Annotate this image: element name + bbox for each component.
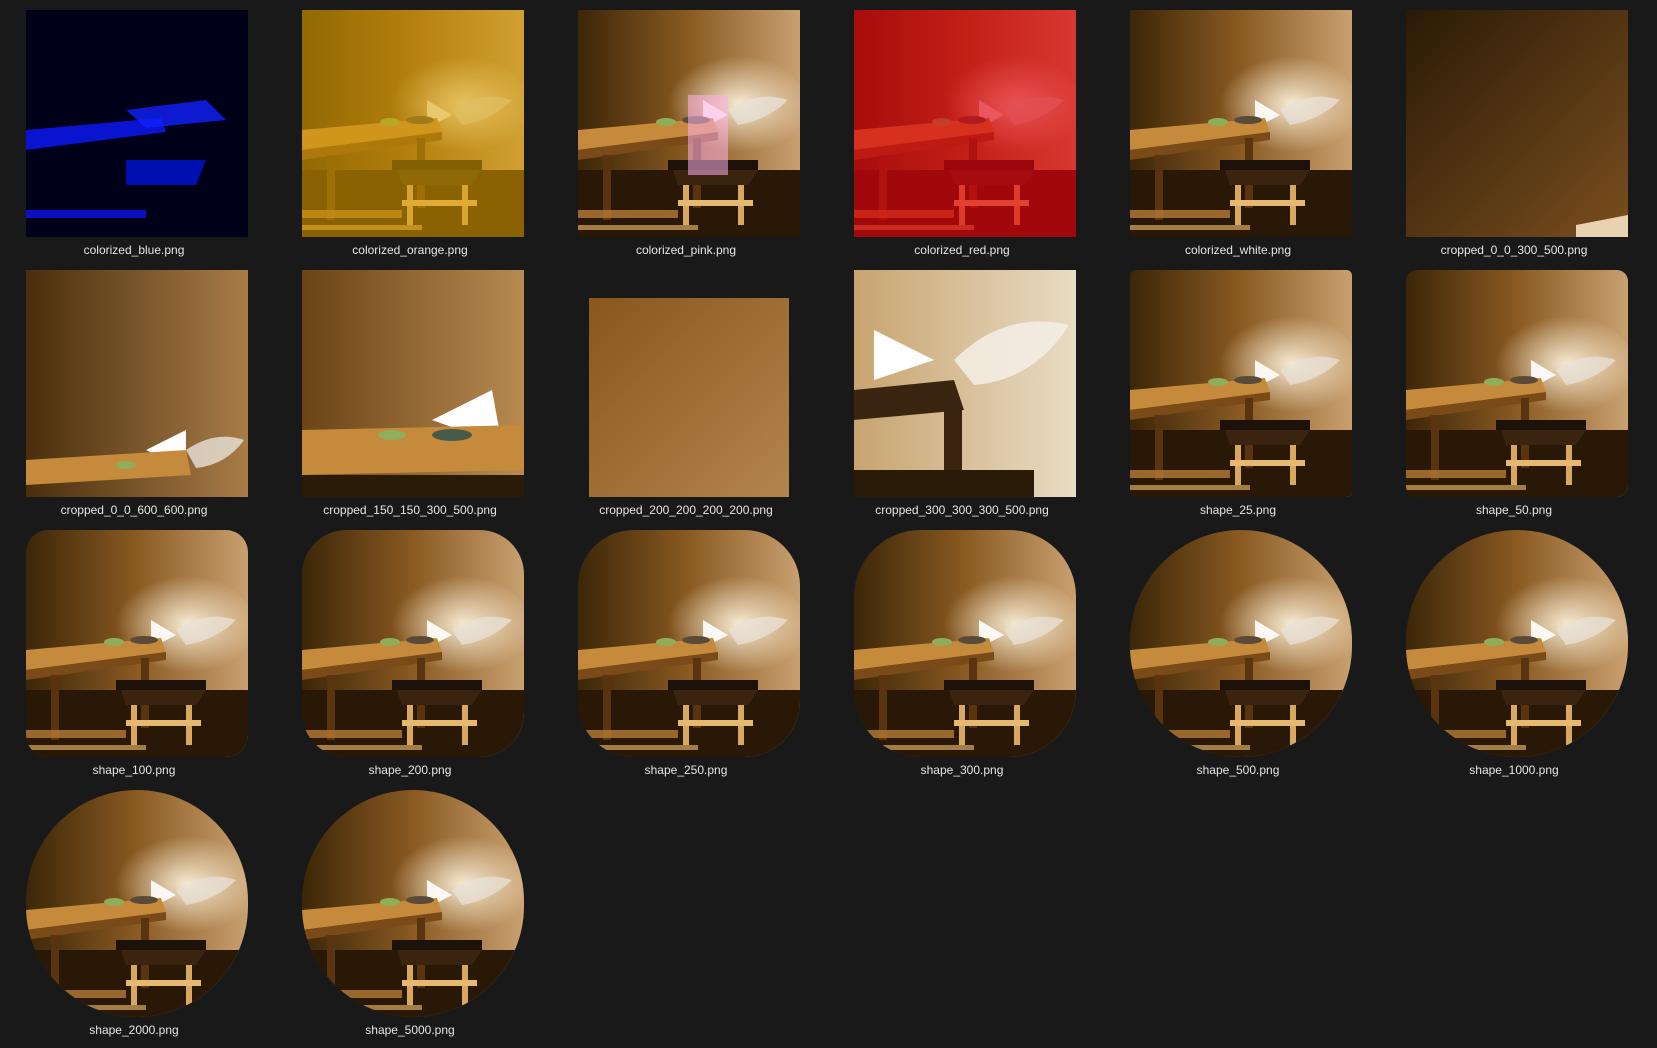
file-tile[interactable]: cropped_0_0_300_500.png xyxy=(1394,0,1634,258)
file-tile[interactable]: colorized_pink.png xyxy=(566,0,806,258)
thumbnail-image xyxy=(854,270,1076,497)
file-name: shape_100.png xyxy=(92,763,176,777)
thumbnail-image xyxy=(1406,10,1628,237)
file-name: shape_25.png xyxy=(1199,503,1277,517)
thumbnail-image xyxy=(302,10,524,237)
thumbnail-image xyxy=(302,790,524,1017)
thumbnail-image xyxy=(1406,530,1628,757)
thumbnail-image xyxy=(854,10,1076,237)
file-tile[interactable]: cropped_0_0_600_600.png xyxy=(14,260,254,518)
file-tile[interactable]: colorized_orange.png xyxy=(290,0,530,258)
file-tile[interactable]: shape_250.png xyxy=(566,520,806,778)
file-name: shape_200.png xyxy=(368,763,452,777)
file-name: shape_250.png xyxy=(644,763,728,777)
file-name: shape_2000.png xyxy=(89,1023,179,1037)
thumbnail-image xyxy=(578,530,800,757)
thumbnail-image xyxy=(578,10,800,237)
file-name: colorized_pink.png xyxy=(635,243,737,257)
thumbnail-image xyxy=(26,270,248,497)
file-tile[interactable]: shape_200.png xyxy=(290,520,530,778)
file-name: cropped_300_300_300_500.png xyxy=(875,503,1049,517)
file-name: cropped_0_0_600_600.png xyxy=(60,503,208,517)
thumbnail-image xyxy=(26,790,248,1017)
thumbnail-image xyxy=(854,530,1076,757)
thumbnail-image xyxy=(578,270,800,497)
file-tile[interactable]: shape_50.png xyxy=(1394,260,1634,518)
file-tile[interactable]: shape_1000.png xyxy=(1394,520,1634,778)
thumbnail-image xyxy=(302,530,524,757)
file-tile[interactable]: colorized_blue.png xyxy=(14,0,254,258)
file-tile[interactable]: cropped_200_200_200_200.png xyxy=(566,260,806,518)
file-tile[interactable]: shape_500.png xyxy=(1118,520,1358,778)
file-name: shape_5000.png xyxy=(365,1023,455,1037)
thumbnail-image xyxy=(1130,270,1352,497)
file-name: shape_500.png xyxy=(1196,763,1280,777)
file-name: shape_50.png xyxy=(1475,503,1553,517)
file-tile[interactable]: shape_25.png xyxy=(1118,260,1358,518)
file-grid: colorized_blue.png colorized_orange.png … xyxy=(0,0,1657,1048)
thumbnail-image xyxy=(1130,10,1352,237)
file-tile[interactable]: shape_300.png xyxy=(842,520,1082,778)
file-name: cropped_0_0_300_500.png xyxy=(1440,243,1588,257)
file-name: colorized_orange.png xyxy=(352,243,468,257)
file-tile[interactable]: colorized_white.png xyxy=(1118,0,1358,258)
file-name: cropped_200_200_200_200.png xyxy=(599,503,773,517)
file-tile[interactable]: shape_100.png xyxy=(14,520,254,778)
file-name: colorized_blue.png xyxy=(83,243,185,257)
file-tile[interactable]: cropped_300_300_300_500.png xyxy=(842,260,1082,518)
thumbnail-image xyxy=(1406,270,1628,497)
file-tile[interactable]: colorized_red.png xyxy=(842,0,1082,258)
file-name: colorized_white.png xyxy=(1184,243,1292,257)
file-name: cropped_150_150_300_500.png xyxy=(323,503,497,517)
file-tile[interactable]: cropped_150_150_300_500.png xyxy=(290,260,530,518)
file-tile[interactable]: shape_2000.png xyxy=(14,780,254,1038)
thumbnail-image xyxy=(302,270,524,497)
thumbnail-image xyxy=(26,530,248,757)
file-tile[interactable]: shape_5000.png xyxy=(290,780,530,1038)
thumbnail-image xyxy=(26,10,248,237)
thumbnail-image xyxy=(1130,530,1352,757)
file-name: shape_1000.png xyxy=(1469,763,1559,777)
file-name: colorized_red.png xyxy=(914,243,1010,257)
file-name: shape_300.png xyxy=(920,763,1004,777)
